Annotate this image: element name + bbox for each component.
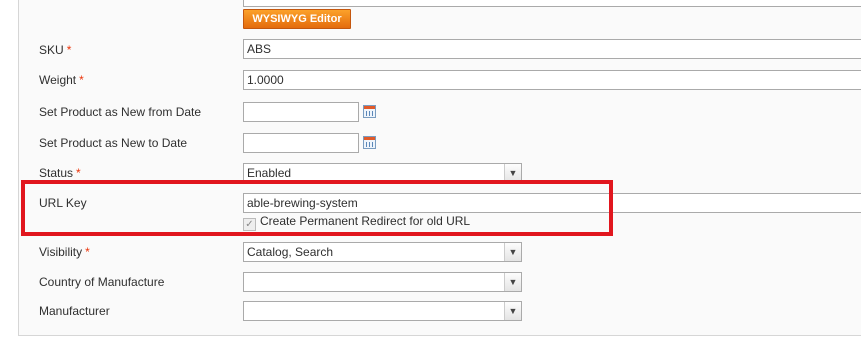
- status-label: Status *: [39, 166, 81, 180]
- wysiwyg-editor-button[interactable]: WYSIWYG Editor: [243, 9, 351, 29]
- calendar-icon[interactable]: [363, 105, 376, 118]
- required-mark: *: [85, 245, 90, 259]
- weight-label: Weight *: [39, 73, 84, 87]
- country-of-manufacture-select[interactable]: ▼: [243, 272, 522, 292]
- sku-label: SKU *: [39, 43, 72, 57]
- chevron-down-icon: ▼: [504, 243, 521, 261]
- required-mark: *: [66, 43, 72, 57]
- visibility-select[interactable]: Catalog, Search ▼: [243, 242, 522, 262]
- url-key-highlight: [21, 180, 613, 236]
- calendar-icon[interactable]: [363, 136, 376, 149]
- weight-input[interactable]: 1.0000: [243, 70, 861, 90]
- manufacturer-label: Manufacturer: [39, 304, 110, 318]
- required-mark: *: [76, 166, 81, 180]
- visibility-label: Visibility *: [39, 245, 90, 259]
- new-from-date-label: Set Product as New from Date: [39, 105, 202, 119]
- new-to-date-input[interactable]: [243, 133, 359, 153]
- description-editor-field[interactable]: [243, 0, 861, 7]
- chevron-down-icon: ▼: [504, 273, 521, 291]
- country-of-manufacture-label: Country of Manufacture: [39, 275, 165, 289]
- chevron-down-icon: ▼: [504, 302, 521, 320]
- required-mark: *: [79, 73, 84, 87]
- new-to-date-label: Set Product as New to Date: [39, 136, 188, 150]
- new-from-date-input[interactable]: [243, 102, 359, 122]
- sku-input[interactable]: ABS: [243, 39, 861, 59]
- manufacturer-select[interactable]: ▼: [243, 301, 522, 321]
